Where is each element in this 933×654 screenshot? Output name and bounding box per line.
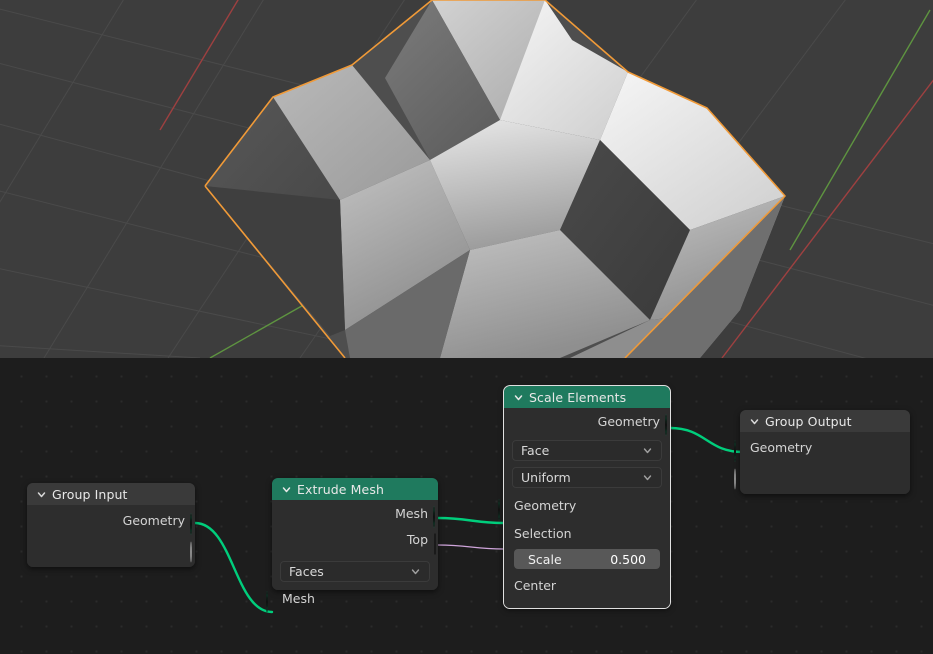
- output-socket-top[interactable]: [433, 534, 444, 545]
- node-group-input-header[interactable]: Group Input: [27, 483, 195, 505]
- scale-slider-value: 0.500: [610, 552, 646, 567]
- geometry-node-editor[interactable]: Group Input Geometry: [0, 358, 933, 654]
- node-group-input-body: Geometry: [27, 505, 195, 567]
- node-group-output[interactable]: Group Output Geometry: [740, 410, 910, 494]
- chevron-down-icon: [410, 566, 421, 577]
- input-socket-label-mesh: Mesh: [282, 591, 315, 606]
- chevron-down-icon[interactable]: [35, 488, 47, 500]
- blender-window: Group Input Geometry: [0, 0, 933, 654]
- link-extrude-top-to-selection: [438, 545, 504, 549]
- output-socket-row-mesh[interactable]: Mesh: [272, 500, 438, 526]
- output-socket-row-top[interactable]: Top: [272, 526, 438, 553]
- scale-value-slider[interactable]: Scale 0.500: [514, 549, 660, 569]
- input-socket-label-geometry: Geometry: [514, 498, 576, 513]
- chevron-down-icon[interactable]: [748, 415, 760, 427]
- node-group-output-body: Geometry: [740, 432, 910, 494]
- extrude-mode-dropdown[interactable]: Faces: [280, 561, 430, 582]
- scale-mode-dropdown-wrap: Uniform: [504, 464, 670, 491]
- chevron-down-icon: [642, 472, 653, 483]
- scale-domain-dropdown[interactable]: Face: [512, 440, 662, 461]
- input-socket-label-selection: Selection: [514, 526, 572, 541]
- node-extrude-mesh[interactable]: Extrude Mesh Mesh Top Faces: [272, 478, 438, 590]
- input-socket-row-geometry[interactable]: Geometry: [740, 432, 910, 462]
- 3d-viewport[interactable]: [0, 0, 933, 358]
- input-socket-mesh[interactable]: [266, 593, 277, 604]
- input-socket-virtual[interactable]: [734, 470, 745, 481]
- scale-slider-label: Scale: [528, 552, 562, 567]
- output-socket-geometry[interactable]: [190, 515, 201, 526]
- node-scale-elements[interactable]: Scale Elements Geometry Face: [504, 386, 670, 608]
- node-scale-elements-body: Geometry Face Uniform: [504, 408, 670, 608]
- output-socket-label-geometry: Geometry: [598, 414, 660, 429]
- input-socket-label-center: Center: [514, 578, 556, 593]
- node-group-output-header[interactable]: Group Output: [740, 410, 910, 432]
- input-socket-row-selection[interactable]: Selection: [504, 520, 670, 546]
- output-socket-geometry[interactable]: [665, 416, 676, 427]
- output-socket-row-virtual[interactable]: [27, 535, 195, 561]
- chevron-down-icon[interactable]: [512, 391, 524, 403]
- extrude-mode-dropdown-wrap: Faces: [272, 553, 438, 585]
- input-socket-selection[interactable]: [498, 528, 509, 539]
- input-socket-row-mesh[interactable]: Mesh: [272, 585, 438, 611]
- output-socket-label-mesh: Mesh: [395, 506, 428, 521]
- output-socket-virtual[interactable]: [190, 543, 201, 554]
- node-scale-elements-header[interactable]: Scale Elements: [504, 386, 670, 408]
- scale-domain-dropdown-label: Face: [521, 443, 549, 458]
- node-extrude-mesh-body: Mesh Top Faces: [272, 500, 438, 590]
- viewport-canvas: [0, 0, 933, 358]
- output-socket-mesh[interactable]: [433, 508, 444, 519]
- input-socket-geometry[interactable]: [734, 442, 745, 453]
- link-scale-to-group-output: [670, 428, 743, 452]
- node-group-output-title: Group Output: [765, 414, 852, 429]
- node-group-input-title: Group Input: [52, 487, 128, 502]
- input-socket-row-virtual[interactable]: [740, 462, 910, 488]
- node-extrude-mesh-title: Extrude Mesh: [297, 482, 384, 497]
- scale-mode-dropdown[interactable]: Uniform: [512, 467, 662, 488]
- extrude-mode-dropdown-label: Faces: [289, 564, 324, 579]
- chevron-down-icon: [642, 445, 653, 456]
- node-group-input[interactable]: Group Input Geometry: [27, 483, 195, 567]
- input-socket-label-geometry: Geometry: [750, 440, 812, 455]
- scale-domain-dropdown-wrap: Face: [504, 434, 670, 464]
- input-socket-geometry[interactable]: [498, 500, 509, 511]
- scale-mode-dropdown-label: Uniform: [521, 470, 571, 485]
- output-socket-row-geometry[interactable]: Geometry: [504, 408, 670, 434]
- node-extrude-mesh-header[interactable]: Extrude Mesh: [272, 478, 438, 500]
- input-socket-row-scale[interactable]: Scale 0.500: [504, 546, 670, 572]
- link-group-input-to-extrude: [195, 523, 272, 612]
- chevron-down-icon[interactable]: [280, 483, 292, 495]
- output-socket-label-geometry: Geometry: [123, 513, 185, 528]
- input-socket-row-geometry[interactable]: Geometry: [504, 491, 670, 520]
- input-socket-row-center[interactable]: Center: [504, 572, 670, 599]
- input-socket-center[interactable]: [498, 580, 509, 591]
- node-scale-elements-title: Scale Elements: [529, 390, 626, 405]
- output-socket-row-geometry[interactable]: Geometry: [27, 505, 195, 535]
- input-socket-scale[interactable]: [498, 554, 509, 565]
- output-socket-label-top: Top: [407, 532, 428, 547]
- link-extrude-to-scale-geometry: [438, 518, 504, 523]
